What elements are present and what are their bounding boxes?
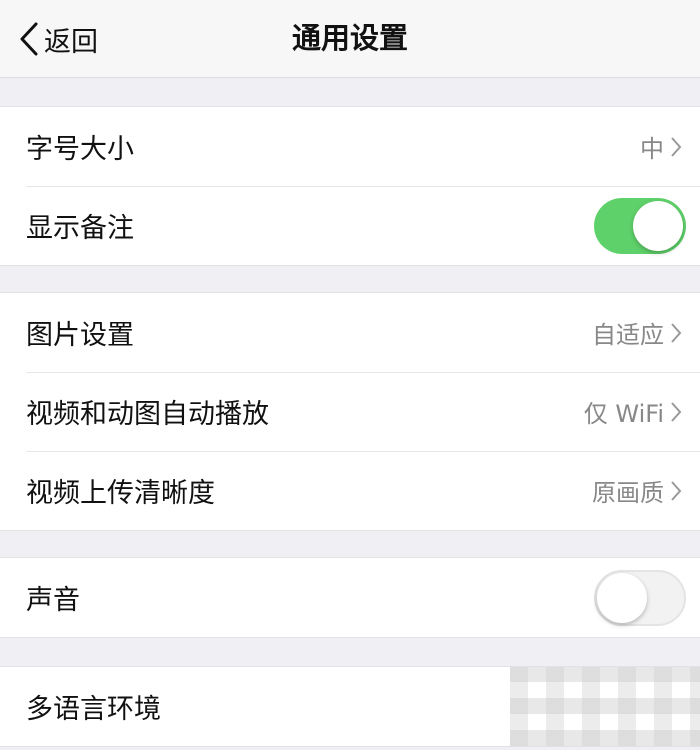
chevron-right-icon — [671, 322, 682, 343]
toggle-knob — [597, 572, 647, 623]
setting-label: 声音 — [26, 585, 80, 616]
settings-group-display: 字号大小 中 显示备注 — [0, 106, 700, 266]
setting-label: 图片设置 — [26, 320, 134, 351]
chevron-right-icon — [671, 136, 682, 157]
setting-value: 自适应 — [592, 321, 664, 349]
chevron-right-icon — [671, 401, 682, 422]
setting-row-show-remarks: 显示备注 — [0, 186, 700, 265]
toggle-knob — [633, 200, 683, 251]
setting-value: 中 — [640, 135, 664, 163]
show-remarks-toggle[interactable] — [594, 197, 686, 254]
setting-row-language[interactable]: 多语言环境 — [0, 667, 700, 746]
setting-row-sound: 声音 — [0, 558, 700, 637]
chevron-right-icon — [671, 480, 682, 501]
settings-group-sound: 声音 — [0, 557, 700, 638]
settings-group-language: 多语言环境 — [0, 666, 700, 747]
setting-row-image-settings[interactable]: 图片设置 自适应 — [0, 293, 700, 372]
setting-label: 显示备注 — [26, 213, 134, 244]
setting-label: 视频上传清晰度 — [26, 478, 215, 509]
setting-label: 字号大小 — [26, 134, 134, 165]
setting-label: 视频和动图自动播放 — [26, 399, 269, 430]
navigation-bar: 返回 通用设置 — [0, 0, 700, 78]
setting-row-upload-quality[interactable]: 视频上传清晰度 原画质 — [0, 451, 700, 530]
page-title: 通用设置 — [291, 21, 408, 55]
setting-label: 多语言环境 — [26, 694, 161, 725]
setting-row-font-size[interactable]: 字号大小 中 — [0, 107, 700, 186]
settings-group-media: 图片设置 自适应 视频和动图自动播放 仅 WiFi 视频上传清晰度 原画质 — [0, 292, 700, 531]
setting-value: 仅 WiFi — [583, 400, 664, 428]
setting-row-autoplay[interactable]: 视频和动图自动播放 仅 WiFi — [0, 372, 700, 451]
sound-toggle[interactable] — [594, 569, 686, 626]
watermark-overlay — [510, 667, 700, 746]
setting-value: 原画质 — [592, 479, 664, 507]
